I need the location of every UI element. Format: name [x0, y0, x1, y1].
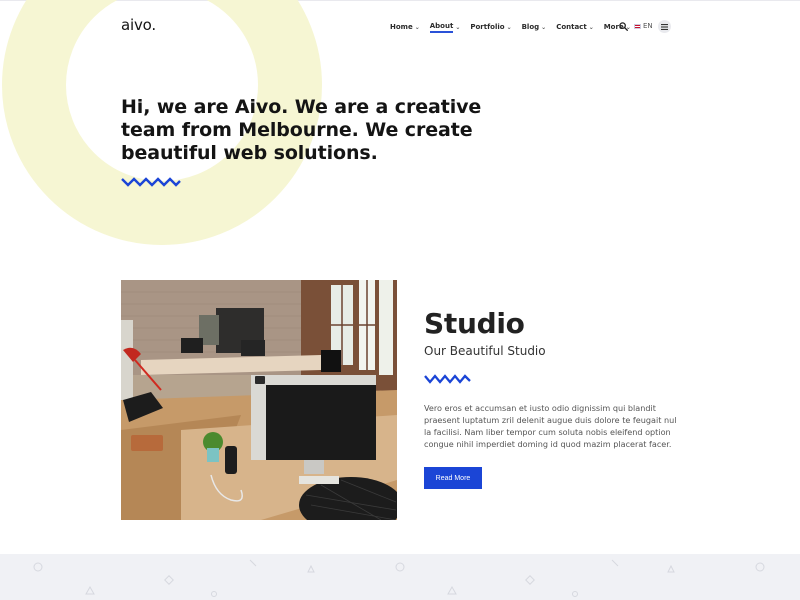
nav-contact-label: Contact: [556, 23, 587, 31]
nav-about[interactable]: About ⌄: [429, 22, 461, 33]
zigzag-divider: [121, 177, 181, 187]
nav-home[interactable]: Home ⌄: [390, 23, 420, 31]
hero-title-line: Hi, we are Aivo. We are a creative: [121, 96, 482, 118]
hero-title-line: beautiful web solutions.: [121, 142, 378, 164]
studio-description-line: Vero eros et accumsan et iusto odio dign…: [424, 403, 656, 413]
nav-portfolio[interactable]: Portfolio ⌄: [470, 23, 511, 31]
footer-pattern-band: [0, 554, 800, 600]
studio-description-line: la facilisi. Nam liber tempor cum soluta…: [424, 427, 671, 437]
studio-subtitle: Our Beautiful Studio: [424, 344, 546, 358]
chevron-down-icon: ⌄: [455, 23, 461, 31]
pattern-decoration: [33, 559, 765, 597]
chevron-down-icon: ⌄: [506, 23, 512, 31]
nav-portfolio-label: Portfolio: [470, 23, 505, 31]
nav-blog[interactable]: Blog ⌄: [522, 23, 547, 31]
search-icon[interactable]: [619, 22, 628, 31]
menu-button[interactable]: [658, 20, 671, 33]
hamburger-icon: [661, 23, 668, 30]
hero-title-line: team from Melbourne. We create: [121, 119, 473, 141]
read-more-button[interactable]: Read More: [424, 467, 482, 489]
nav-contact[interactable]: Contact ⌄: [556, 23, 594, 31]
studio-photo: [121, 280, 397, 520]
studio-description-line: praesent luptatum zril delenit augue dui…: [424, 415, 677, 425]
logo[interactable]: aivo.: [121, 16, 156, 34]
language-switcher[interactable]: EN: [634, 22, 653, 30]
nav-about-label: About: [429, 22, 454, 33]
chevron-down-icon: ⌄: [588, 23, 594, 31]
zigzag-divider: [424, 374, 471, 384]
nav-home-label: Home: [390, 23, 413, 31]
studio-title: Studio: [424, 307, 525, 340]
studio-description: Vero eros et accumsan et iusto odio dign…: [424, 402, 678, 450]
flag-icon: [634, 23, 641, 29]
hero-title: Hi, we are Aivo. We are a creative team …: [121, 96, 521, 165]
studio-description-line: congue nihil imperdiet doming id quod ma…: [424, 439, 672, 449]
language-label: EN: [643, 22, 653, 30]
studio-photo-image: [121, 280, 397, 520]
nav-blog-label: Blog: [521, 23, 540, 31]
main-nav: Home ⌄ About ⌄ Portfolio ⌄ Blog ⌄ Contac…: [390, 21, 641, 33]
chevron-down-icon: ⌄: [414, 23, 420, 31]
chevron-down-icon: ⌄: [541, 23, 547, 31]
